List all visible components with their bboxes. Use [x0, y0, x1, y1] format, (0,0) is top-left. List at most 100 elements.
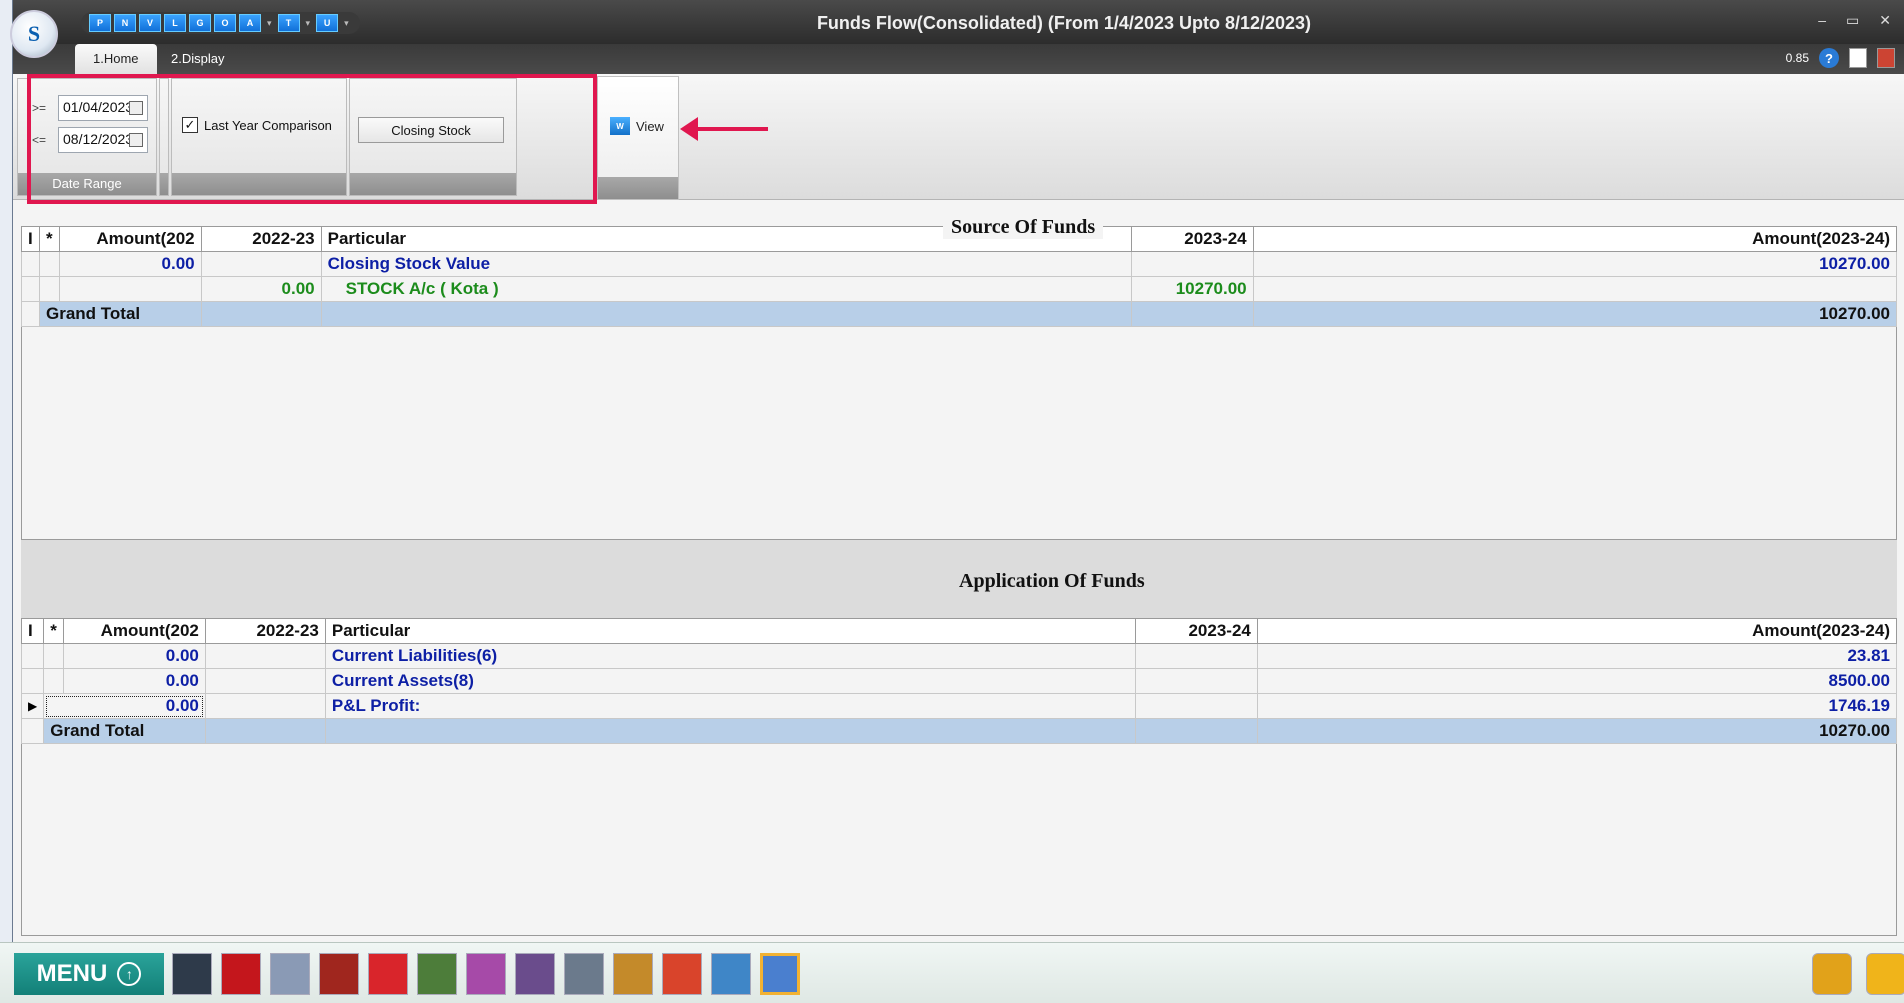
table-row-selected[interactable]: ▶ 0.00 P&L Profit: 1746.19 — [20, 693, 1898, 719]
help-icon[interactable]: ? — [1819, 48, 1839, 68]
app-window: P N V L G O A ▾ T ▾ U ▾ Funds Flow(Consolidated) (F… — [12, 0, 1904, 942]
from-operator: >= — [32, 101, 47, 115]
version-label: 0.85 — [1785, 51, 1809, 65]
checkbox-check-icon[interactable]: ✓ — [182, 117, 198, 133]
year-prev-cell[interactable]: 0.00 — [200, 276, 322, 302]
annotation-arrow-icon — [680, 117, 768, 141]
col-year-prev[interactable]: 2022-23 — [204, 618, 326, 644]
table-header-row: I * Amount(202 2022-23 Particular 2023-2… — [20, 618, 1898, 644]
amount-prev-cell[interactable]: 0.00 — [58, 251, 202, 277]
col-star[interactable]: * — [39, 226, 60, 252]
menu-button[interactable]: MENU ↑ — [14, 953, 164, 995]
table-row[interactable]: 0.00 Current Assets(8) 8500.00 — [20, 668, 1898, 694]
col-particular[interactable]: Particular — [324, 618, 1136, 644]
date-range-group: >= 01/04/2023 <= 08/12/2023 Date Range — [17, 78, 157, 196]
taskbar-printer-icon[interactable] — [711, 953, 751, 995]
particular-cell[interactable]: Current Liabilities(6) — [324, 643, 1136, 669]
taskbar-shapes-icon[interactable] — [662, 953, 702, 995]
closing-stock-button[interactable]: Closing Stock — [358, 117, 504, 143]
particular-cell[interactable]: P&L Profit: — [324, 693, 1136, 719]
date-range-caption: Date Range — [18, 173, 156, 195]
grand-total-label: Grand Total — [43, 718, 206, 744]
col-amount-cur[interactable]: Amount(2023-24) — [1256, 618, 1898, 644]
exit-icon[interactable] — [1877, 48, 1895, 68]
col-i[interactable]: I — [21, 226, 40, 252]
taskbar-car-icon[interactable] — [319, 953, 359, 995]
year-cur-cell[interactable] — [1134, 643, 1258, 669]
app-logo-icon[interactable]: S — [10, 10, 58, 58]
grand-total-amount: 10270.00 — [1252, 301, 1898, 327]
amount-cur-cell[interactable]: 8500.00 — [1256, 668, 1898, 694]
taskbar-megaphone-icon[interactable] — [1812, 953, 1852, 995]
calendar-icon[interactable] — [129, 101, 143, 115]
comparison-group: ✓ Last Year Comparison — [171, 78, 347, 196]
year-cur-cell[interactable] — [1134, 693, 1258, 719]
taskbar-ledger-icon[interactable] — [172, 953, 212, 995]
amount-prev-cell[interactable]: 0.00 — [62, 643, 206, 669]
particular-cell[interactable]: STOCK A/c ( Kota ) — [320, 276, 1132, 302]
col-year-cur[interactable]: 2023-24 — [1130, 226, 1254, 252]
tab-display[interactable]: 2.Display — [153, 44, 242, 74]
source-of-funds-table: I * Amount(202 2022-23 Particular 2023-2… — [21, 226, 1898, 327]
tabbar-right-tools: 0.85 ? — [1786, 48, 1895, 68]
taskbar-re-icon[interactable] — [417, 953, 457, 995]
col-amount-prev[interactable]: Amount(202 — [62, 618, 206, 644]
last-year-comparison-label: Last Year Comparison — [204, 117, 332, 133]
table-row[interactable]: 0.00 Current Liabilities(6) 23.81 — [20, 643, 1898, 669]
year-cur-cell[interactable] — [1130, 251, 1254, 277]
taskbar-pe-icon[interactable] — [466, 953, 506, 995]
col-amount-cur[interactable]: Amount(2023-24) — [1252, 226, 1898, 252]
ribbon: >= 01/04/2023 <= 08/12/2023 Date Range ✓ — [13, 74, 1904, 200]
calendar-icon[interactable] — [129, 133, 143, 147]
close-button[interactable]: ✕ — [1879, 12, 1891, 29]
taskbar-p-box-icon[interactable] — [368, 953, 408, 995]
col-star[interactable]: * — [43, 618, 64, 644]
amount-cur-cell[interactable]: 1746.19 — [1256, 693, 1898, 719]
year-prev-cell[interactable] — [204, 693, 326, 719]
taskbar-barcode-icon[interactable] — [564, 953, 604, 995]
menu-up-icon: ↑ — [117, 962, 142, 986]
notepad-icon[interactable] — [1849, 48, 1867, 68]
amount-cur-cell[interactable]: 10270.00 — [1252, 251, 1898, 277]
amount-prev-cell[interactable] — [58, 276, 202, 302]
grand-total-amount: 10270.00 — [1256, 718, 1898, 744]
grand-total-label: Grand Total — [39, 301, 202, 327]
minimize-button[interactable]: – — [1818, 12, 1826, 29]
view-button[interactable]: W View — [597, 76, 679, 200]
year-cur-cell[interactable] — [1134, 668, 1258, 694]
col-year-cur[interactable]: 2023-24 — [1134, 618, 1258, 644]
particular-cell[interactable]: Closing Stock Value — [320, 251, 1132, 277]
amount-prev-cell[interactable]: 0.00 — [62, 668, 206, 694]
tab-home[interactable]: 1.Home — [75, 44, 157, 74]
table-row[interactable]: 0.00 STOCK A/c ( Kota ) 10270.00 — [21, 276, 1898, 302]
year-cur-cell[interactable]: 10270.00 — [1130, 276, 1254, 302]
amount-cur-cell[interactable]: 23.81 — [1256, 643, 1898, 669]
taskbar-bottle-icon[interactable] — [270, 953, 310, 995]
from-date-input[interactable]: 01/04/2023 — [58, 95, 148, 121]
year-prev-cell[interactable] — [200, 251, 322, 277]
taskbar-moneybag-icon[interactable] — [613, 953, 653, 995]
grand-total-row: Grand Total 10270.00 — [20, 718, 1898, 744]
to-operator: <= — [32, 133, 47, 147]
taskbar-stamp-icon[interactable] — [515, 953, 555, 995]
particular-cell[interactable]: Current Assets(8) — [324, 668, 1136, 694]
last-year-comparison-checkbox[interactable]: ✓ Last Year Comparison — [182, 117, 332, 133]
amount-cur-cell[interactable] — [1252, 276, 1898, 302]
view-label: View — [636, 118, 664, 134]
year-prev-cell[interactable] — [204, 643, 326, 669]
col-year-prev[interactable]: 2022-23 — [200, 226, 322, 252]
taskbar-p-red-icon[interactable] — [221, 953, 261, 995]
col-i[interactable]: I — [20, 618, 45, 644]
year-prev-cell[interactable] — [204, 668, 326, 694]
to-date-value: 08/12/2023 — [63, 131, 134, 147]
maximize-button[interactable]: ▭ — [1846, 12, 1859, 29]
window-controls: – ▭ ✕ — [1818, 12, 1891, 29]
col-amount-prev[interactable]: Amount(202 — [58, 226, 202, 252]
application-of-funds-table: I * Amount(202 2022-23 Particular 2023-2… — [20, 618, 1898, 744]
taskbar-bell-icon[interactable] — [1866, 953, 1904, 995]
to-date-input[interactable]: 08/12/2023 — [58, 127, 148, 153]
amount-prev-cell[interactable]: 0.00 — [43, 693, 206, 719]
closing-stock-group: Closing Stock — [349, 78, 517, 196]
taskbar-documents-icon[interactable] — [760, 953, 800, 995]
table-row[interactable]: 0.00 Closing Stock Value 10270.00 — [21, 251, 1898, 277]
